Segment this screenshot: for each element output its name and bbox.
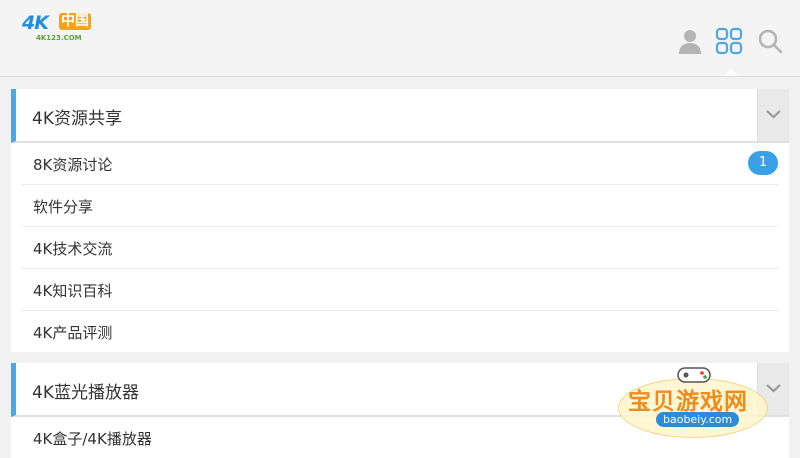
forum-item[interactable]: 8K资源讨论 1 — [22, 143, 778, 185]
watermark-url: baobeiy.com — [656, 412, 740, 427]
forum-item-label: 8K资源讨论 — [33, 156, 113, 174]
chevron-down-icon — [766, 384, 781, 393]
forum-item-label: 4K知识百科 — [33, 282, 113, 300]
user-icon[interactable] — [676, 27, 704, 55]
section-list: 8K资源讨论 1 软件分享 4K技术交流 4K知识百科 4K产品评测 — [11, 143, 789, 352]
watermark-text: 宝贝游戏网 — [628, 389, 748, 415]
forum-item-label: 软件分享 — [33, 198, 94, 216]
collapse-toggle[interactable] — [757, 89, 789, 141]
unread-badge: 1 — [748, 151, 778, 175]
forum-item-label: 4K盒子/4K播放器 — [33, 430, 152, 448]
logo-cn-text: 中国 — [59, 13, 91, 30]
section-title: 4K资源共享 — [32, 109, 122, 129]
watermark-logo: 宝贝游戏网 baobeiy.com — [618, 362, 768, 442]
section-title: 4K蓝光播放器 — [32, 383, 139, 403]
logo-sub-text: 4K123.COM — [36, 34, 82, 42]
section-header[interactable]: 4K资源共享 — [11, 89, 789, 143]
forum-item[interactable]: 软件分享 — [22, 185, 778, 227]
forum-item[interactable]: 4K知识百科 — [22, 269, 778, 311]
chevron-down-icon — [766, 110, 781, 119]
site-logo[interactable]: 4K 中国 4K123.COM — [22, 12, 102, 44]
logo-main-text: 4K — [22, 12, 49, 34]
top-header: 4K 中国 4K123.COM — [0, 0, 800, 77]
forum-item-label: 4K技术交流 — [33, 240, 113, 258]
search-icon[interactable] — [756, 27, 784, 55]
grid-icon[interactable] — [715, 27, 743, 55]
forum-item[interactable]: 4K产品评测 — [22, 311, 778, 352]
menu-caret — [724, 69, 738, 76]
forum-item-label: 4K产品评测 — [33, 324, 113, 342]
forum-item[interactable]: 4K技术交流 — [22, 227, 778, 269]
forum-section: 4K资源共享 8K资源讨论 1 软件分享 4K技术交流 4K知识百科 4K产品评… — [11, 89, 789, 352]
